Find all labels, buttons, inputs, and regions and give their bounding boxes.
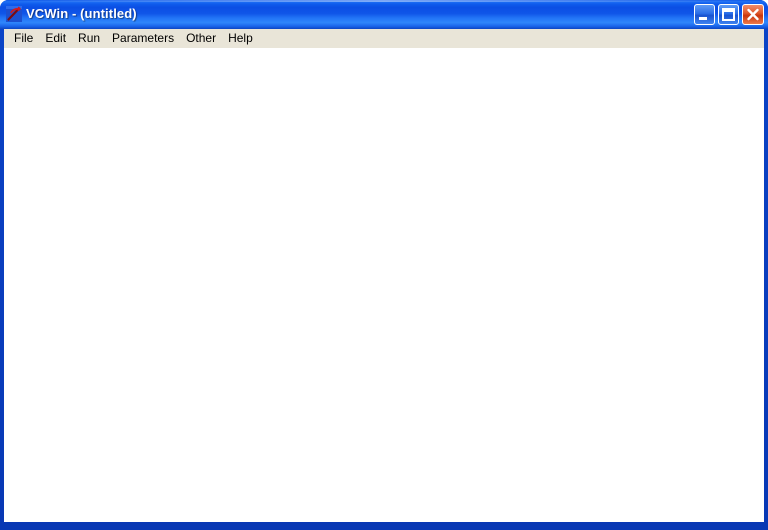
application-window: VCWin - (untitled) File Edit Run Paramet… — [0, 0, 768, 530]
maximize-button[interactable] — [718, 4, 739, 25]
menu-item-help[interactable]: Help — [222, 29, 259, 48]
menu-item-other[interactable]: Other — [180, 29, 222, 48]
menu-bar: File Edit Run Parameters Other Help — [4, 29, 764, 48]
vcwin-curve-icon[interactable] — [6, 6, 22, 22]
maximize-icon — [722, 8, 735, 21]
window-title: VCWin - (untitled) — [26, 6, 137, 21]
menu-item-run[interactable]: Run — [72, 29, 106, 48]
menu-item-edit[interactable]: Edit — [39, 29, 72, 48]
client-area[interactable] — [4, 48, 764, 522]
menu-item-parameters[interactable]: Parameters — [106, 29, 180, 48]
close-button[interactable] — [742, 4, 764, 25]
close-icon — [747, 8, 759, 21]
title-bar[interactable]: VCWin - (untitled) — [0, 0, 768, 29]
menu-item-file[interactable]: File — [8, 29, 39, 48]
minimize-icon — [699, 17, 707, 20]
minimize-button[interactable] — [694, 4, 715, 25]
